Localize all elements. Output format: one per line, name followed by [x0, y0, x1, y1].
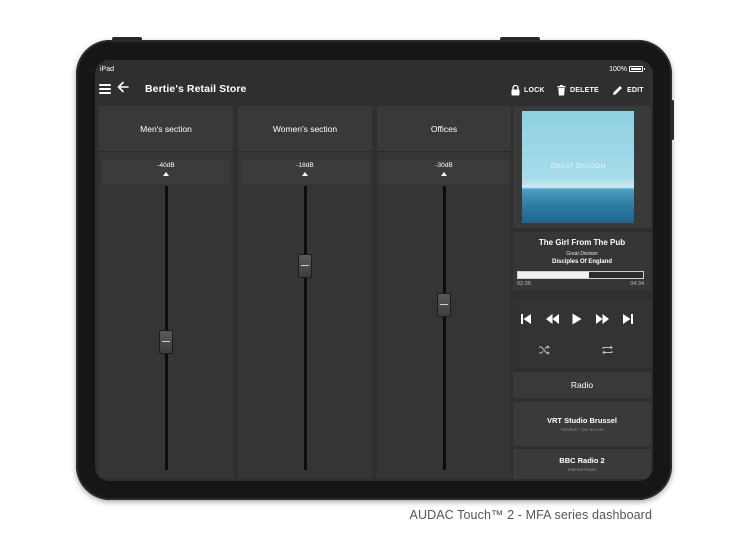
repeat-icon[interactable] [600, 344, 614, 356]
volume-slider-track[interactable] [443, 186, 446, 470]
zone-level-value: -40dB [157, 162, 175, 169]
device-button [671, 100, 674, 140]
app-header: Bertie's Retail Store LOCK DELETE EDIT [95, 76, 653, 104]
player-panel: GREAT DIVISION The Girl From The Pub Gre… [513, 106, 651, 479]
delete-button[interactable]: DELETE [557, 82, 599, 98]
station-subtitle: Internet Radio [567, 467, 597, 472]
progress-bar[interactable] [517, 271, 644, 279]
zone-name[interactable]: Women's section [238, 106, 372, 152]
zone-level-value: -18dB [296, 162, 314, 169]
lock-label: LOCK [524, 86, 545, 94]
track-artist: Disciples Of England [551, 259, 612, 265]
menu-icon[interactable] [99, 84, 111, 94]
status-bar: iPad 100% [95, 60, 653, 76]
zone-level-display[interactable]: -30dB [380, 160, 508, 184]
delete-label: DELETE [570, 86, 599, 94]
radio-station-item[interactable]: BBC Radio 2 Internet Radio [513, 449, 651, 479]
track-album: Great Division [566, 251, 598, 257]
app-screen: iPad 100% Bertie's Retail Store LOCK DEL… [95, 60, 653, 481]
station-name: VRT Studio Brussel [546, 416, 617, 425]
volume-slider-knob[interactable] [437, 293, 451, 318]
skip-previous-icon[interactable] [519, 312, 533, 326]
radio-section-header: Radio [513, 372, 651, 398]
trash-icon [557, 84, 566, 95]
total-time: 04:34 [630, 281, 644, 287]
lock-button[interactable]: LOCK [511, 82, 545, 98]
volume-slider-knob[interactable] [298, 253, 312, 278]
now-playing: The Girl From The Pub Great Division Dis… [513, 232, 651, 290]
zone-level-value: -30dB [435, 162, 453, 169]
album-art-panel: GREAT DIVISION [513, 106, 651, 228]
lock-icon [511, 84, 520, 95]
zone-mixer: Men's section -40dB Women's section -18d… [99, 106, 511, 478]
album-art: GREAT DIVISION [522, 111, 634, 223]
playback-controls [513, 300, 651, 368]
caret-up-icon [302, 172, 308, 176]
back-arrow-icon[interactable] [117, 80, 131, 96]
page-title: Bertie's Retail Store [145, 83, 247, 95]
stage: iPad 100% Bertie's Retail Store LOCK DEL… [0, 0, 750, 549]
caption: AUDAC Touch™ 2 - MFA series dashboard [409, 508, 652, 522]
rewind-icon[interactable] [545, 312, 559, 326]
zone-level-display[interactable]: -18dB [241, 160, 369, 184]
caret-up-icon [441, 172, 447, 176]
progress-fill [518, 272, 589, 278]
zone-column: Offices -30dB [377, 106, 511, 478]
pencil-icon [613, 85, 622, 95]
battery-icon [629, 66, 643, 72]
device-name: iPad [100, 66, 115, 73]
elapsed-time: 02:35 [517, 281, 531, 287]
album-art-text: GREAT DIVISION [550, 163, 606, 170]
edit-button[interactable]: EDIT [612, 82, 644, 98]
volume-slider-knob[interactable] [159, 330, 173, 355]
caret-up-icon [163, 172, 169, 176]
zone-level-display[interactable]: -40dB [102, 160, 230, 184]
skip-next-icon[interactable] [621, 312, 635, 326]
edit-label: EDIT [627, 86, 644, 94]
station-name: BBC Radio 2 [559, 456, 605, 465]
station-subtitle: AVADLE - Oui ou non [560, 427, 604, 432]
radio-station-item[interactable]: VRT Studio Brussel AVADLE - Oui ou non [513, 402, 651, 446]
fast-forward-icon[interactable] [595, 312, 609, 326]
volume-slider-track[interactable] [304, 186, 307, 470]
battery-percentage: 100% [609, 66, 627, 73]
battery-tip [644, 68, 645, 70]
track-title: The Girl From The Pub [538, 238, 626, 247]
zone-column: Women's section -18dB [238, 106, 372, 478]
zone-column: Men's section -40dB [99, 106, 233, 478]
zone-name[interactable]: Offices [377, 106, 511, 152]
volume-slider-track[interactable] [165, 186, 168, 470]
shuffle-icon[interactable] [537, 344, 551, 356]
play-icon[interactable] [570, 312, 584, 326]
zone-name[interactable]: Men's section [99, 106, 233, 152]
